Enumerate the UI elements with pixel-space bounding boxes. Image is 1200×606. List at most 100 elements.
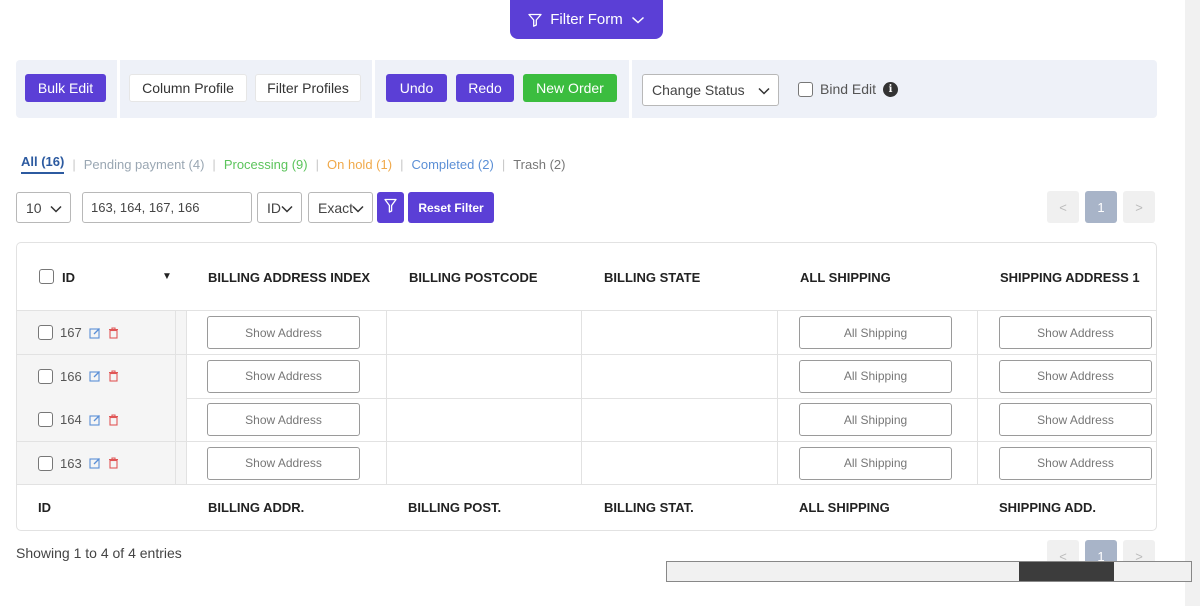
show-billing-address-button[interactable]: Show Address: [207, 403, 360, 436]
order-id: 167: [60, 325, 82, 340]
toolbar: Bulk Edit Column Profile Filter Profiles…: [16, 60, 1157, 118]
sticky-column-gap: [175, 398, 187, 441]
tab-separator: |: [400, 156, 404, 172]
show-billing-address-button[interactable]: Show Address: [207, 359, 360, 393]
bind-edit-label: Bind Edit: [820, 81, 877, 97]
divider: [581, 310, 582, 484]
reset-filter-button[interactable]: Reset Filter: [408, 192, 494, 223]
info-icon[interactable]: i: [883, 81, 899, 97]
per-page-value: 10: [26, 199, 42, 216]
scrollbar-thumb[interactable]: [1019, 562, 1114, 581]
footer-all-shipping: ALL SHIPPING: [799, 500, 890, 515]
header-id[interactable]: ID: [62, 270, 75, 285]
edit-icon[interactable]: [89, 414, 101, 426]
sort-down-icon[interactable]: ▼: [162, 271, 172, 282]
id-cell: 163: [17, 441, 175, 485]
show-billing-address-button[interactable]: Show Address: [207, 316, 360, 349]
footer-billing-address: BILLING ADDR.: [208, 500, 305, 515]
toolbar-divider: [117, 60, 120, 118]
toolbar-divider: [629, 60, 632, 118]
row-checkbox[interactable]: [38, 368, 53, 384]
tab-separator: |: [212, 156, 216, 172]
id-cell: 164: [17, 398, 175, 441]
show-billing-address-button[interactable]: Show Address: [207, 446, 360, 480]
divider: [777, 310, 778, 484]
sticky-column-gap: [175, 311, 187, 354]
redo-button[interactable]: Redo: [456, 74, 514, 102]
sticky-column-gap: [175, 441, 187, 485]
divider: [977, 310, 978, 484]
undo-button[interactable]: Undo: [386, 74, 447, 102]
edit-icon[interactable]: [89, 327, 101, 339]
tab-separator: |: [501, 156, 506, 172]
row-checkbox[interactable]: [38, 412, 53, 427]
trash-icon[interactable]: [108, 326, 119, 339]
orders-table: ID ▼ BILLING ADDRESS INDEX BILLING POSTC…: [16, 242, 1157, 531]
tab-separator: |: [315, 156, 320, 172]
page-number-button[interactable]: 1: [1085, 191, 1117, 223]
status-tab[interactable]: Pending payment (4): [84, 157, 205, 172]
chevron-down-icon: [352, 200, 364, 216]
search-input[interactable]: 163, 164, 167, 166: [82, 192, 252, 223]
search-input-value: 163, 164, 167, 166: [91, 200, 200, 215]
footer-billing-state: BILLING STAT.: [604, 500, 694, 515]
sticky-column-gap: [175, 354, 187, 398]
bind-edit-toggle[interactable]: Bind Edit i: [798, 81, 899, 97]
bulk-edit-button[interactable]: Bulk Edit: [25, 74, 106, 102]
prev-page-button[interactable]: <: [1047, 191, 1079, 223]
all-shipping-button[interactable]: All Shipping: [799, 403, 952, 436]
chevron-down-icon: [758, 82, 770, 98]
table-row: 164 Show Address All Shipping Show Address: [17, 398, 1156, 442]
row-checkbox[interactable]: [38, 455, 53, 471]
show-shipping-address-button[interactable]: Show Address: [999, 403, 1152, 436]
per-page-select[interactable]: 10: [16, 192, 71, 223]
order-id: 164: [60, 412, 82, 427]
chevron-down-icon: [50, 200, 62, 216]
pagination-top: < 1 >: [1047, 191, 1155, 223]
header-all-shipping[interactable]: ALL SHIPPING: [800, 270, 891, 285]
status-tab[interactable]: All (16): [21, 154, 65, 174]
filter-form-toggle[interactable]: Filter Form: [510, 0, 663, 39]
status-tab[interactable]: On hold (1): [327, 157, 392, 172]
filter-profiles-button[interactable]: Filter Profiles: [255, 74, 361, 102]
header-billing-state[interactable]: BILLING STATE: [604, 270, 700, 285]
edit-icon[interactable]: [89, 457, 101, 469]
all-shipping-button[interactable]: All Shipping: [799, 446, 952, 480]
status-tab[interactable]: Trash (2): [513, 157, 565, 172]
trash-icon[interactable]: [108, 457, 119, 469]
header-shipping-address-1[interactable]: SHIPPING ADDRESS 1: [1000, 270, 1140, 285]
change-status-select[interactable]: Change Status: [642, 74, 779, 106]
status-tab[interactable]: Completed (2): [411, 157, 493, 172]
new-order-button[interactable]: New Order: [523, 74, 617, 102]
vertical-scrollbar[interactable]: [1185, 0, 1200, 606]
show-shipping-address-button[interactable]: Show Address: [999, 359, 1152, 393]
column-profile-button[interactable]: Column Profile: [129, 74, 247, 102]
table-row: 163 Show Address All Shipping Show Address: [17, 441, 1156, 485]
divider: [17, 484, 1156, 485]
header-billing-postcode[interactable]: BILLING POSTCODE: [409, 270, 538, 285]
next-page-button[interactable]: >: [1123, 191, 1155, 223]
match-select[interactable]: Exact: [308, 192, 373, 223]
id-cell: 167: [17, 311, 175, 354]
field-select[interactable]: ID: [257, 192, 302, 223]
bind-edit-checkbox[interactable]: [798, 81, 813, 97]
footer-shipping-address: SHIPPING ADD.: [999, 500, 1097, 515]
entries-summary: Showing 1 to 4 of 4 entries: [16, 545, 182, 561]
apply-filter-button[interactable]: [377, 192, 404, 223]
all-shipping-button[interactable]: All Shipping: [799, 359, 952, 393]
order-id: 166: [60, 368, 82, 384]
edit-icon[interactable]: [89, 370, 101, 382]
funnel-icon: [384, 198, 397, 218]
all-shipping-button[interactable]: All Shipping: [799, 316, 952, 349]
show-shipping-address-button[interactable]: Show Address: [999, 446, 1152, 480]
row-checkbox[interactable]: [38, 325, 53, 340]
status-tab[interactable]: Processing (9): [224, 157, 308, 172]
footer-id: ID: [38, 500, 51, 515]
select-all-checkbox[interactable]: [39, 269, 54, 284]
trash-icon[interactable]: [108, 413, 119, 426]
header-billing-address-index[interactable]: BILLING ADDRESS INDEX: [208, 270, 370, 285]
order-id: 163: [60, 455, 82, 471]
show-shipping-address-button[interactable]: Show Address: [999, 316, 1152, 349]
horizontal-scrollbar[interactable]: [666, 561, 1192, 582]
trash-icon[interactable]: [108, 370, 119, 382]
